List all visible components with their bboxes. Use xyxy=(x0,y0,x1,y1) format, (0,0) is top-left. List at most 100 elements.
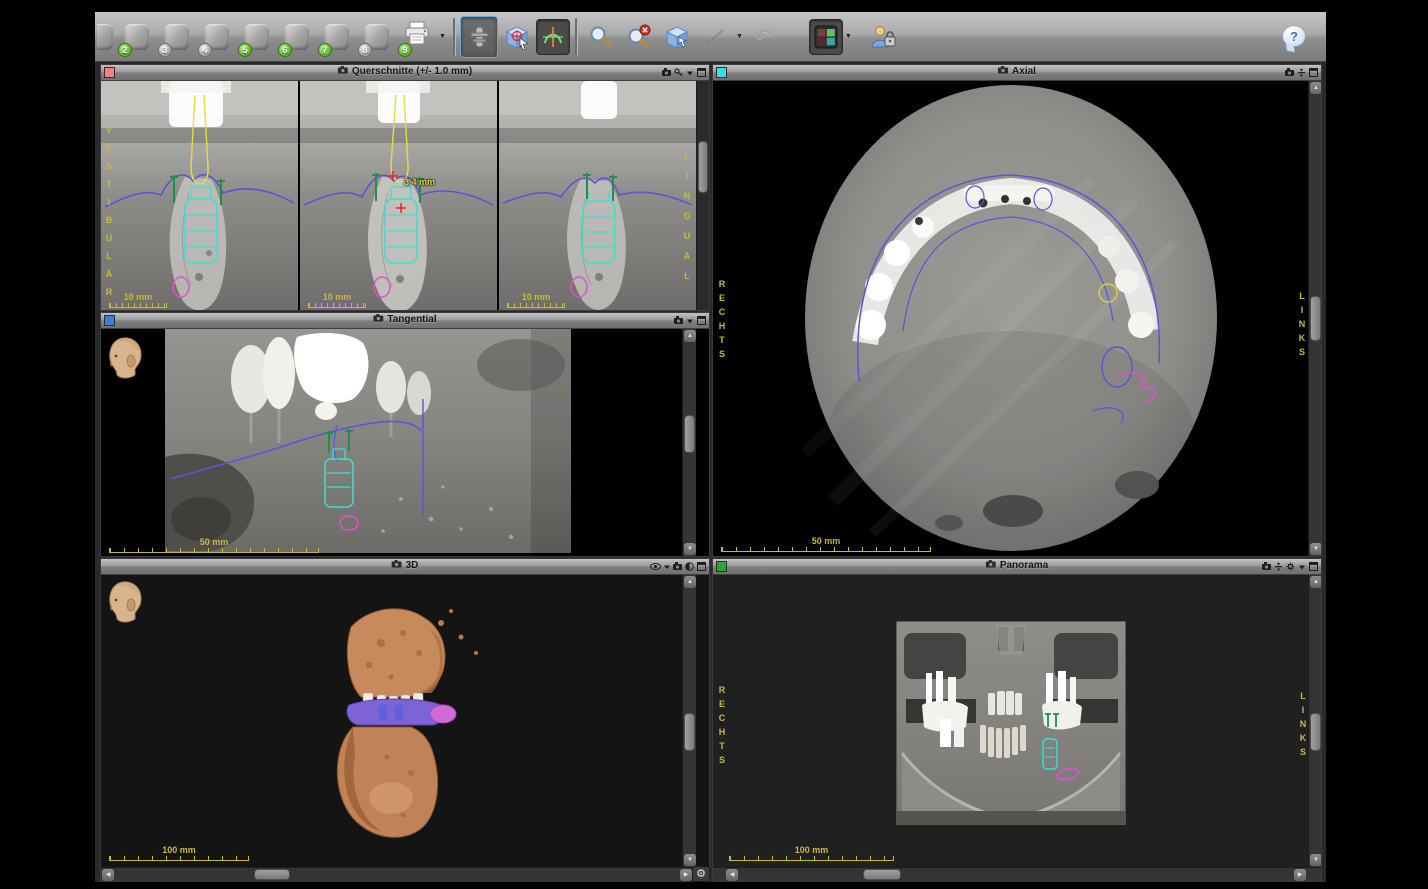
snapshot-icon[interactable] xyxy=(673,562,682,571)
workflow-step-5-button[interactable]: 5 xyxy=(237,15,277,59)
maximize-icon[interactable] xyxy=(697,68,706,77)
scale-ruler: 10 mm xyxy=(507,292,565,308)
panel-color-tab xyxy=(716,561,727,572)
scale-ruler-line xyxy=(507,303,565,308)
scrollbar-thumb[interactable] xyxy=(863,869,901,880)
chevron-down-icon[interactable]: ▼ xyxy=(736,33,743,40)
workflow-step-2-button[interactable]: 2 xyxy=(117,15,157,59)
help-button[interactable]: ? xyxy=(1278,18,1310,54)
scroll-left-icon[interactable]: ◀ xyxy=(726,869,738,881)
panel-tangential: Tangential xyxy=(100,312,710,557)
undo-button[interactable]: ↶ xyxy=(745,16,783,58)
settings-gear-button[interactable]: ⚙ xyxy=(692,866,710,882)
scroll-down-icon[interactable]: ▼ xyxy=(1310,543,1321,555)
scroll-up-icon[interactable]: ▲ xyxy=(1310,576,1321,588)
print-step-button[interactable]: 9 xyxy=(397,15,437,59)
chevron-down-icon[interactable]: ▼ xyxy=(439,33,446,40)
slice-tool-button[interactable] xyxy=(696,16,734,58)
zoom-in-button[interactable] xyxy=(582,16,620,58)
snapshot-icon[interactable] xyxy=(1262,562,1271,571)
cross-section-slice-2[interactable]: 3.4 mm 10 mm xyxy=(300,81,497,310)
workflow-step-4-button[interactable]: 4 xyxy=(197,15,237,59)
slice-scrollbar[interactable] xyxy=(696,81,709,310)
scroll-down-icon[interactable]: ▼ xyxy=(684,543,696,555)
step-number-badge: 2 xyxy=(118,43,132,57)
split-icon[interactable] xyxy=(1297,68,1306,77)
scroll-down-icon[interactable]: ▼ xyxy=(1310,854,1321,866)
panorama-hscrollbar[interactable]: ◀ ▶ xyxy=(713,867,1321,881)
snapshot-icon[interactable] xyxy=(662,68,671,77)
chevron-down-icon[interactable] xyxy=(664,563,670,571)
scroll-left-icon[interactable]: ◀ xyxy=(102,869,114,881)
scroll-up-icon[interactable]: ▲ xyxy=(684,576,696,588)
scroll-right-icon[interactable]: ▶ xyxy=(1294,869,1306,881)
zoom-reset-button[interactable] xyxy=(620,16,658,58)
querschnitte-viewport[interactable]: VESTIBULÄR 10 mm xyxy=(101,81,709,310)
key-icon[interactable] xyxy=(674,68,683,77)
scroll-up-icon[interactable]: ▲ xyxy=(1310,82,1321,94)
tangential-titlebar[interactable]: Tangential xyxy=(101,313,709,329)
scrollbar-thumb[interactable] xyxy=(1310,296,1321,341)
tangential-viewport[interactable]: 50 mm ▲ ▼ xyxy=(101,329,709,556)
maximize-icon[interactable] xyxy=(1309,562,1318,571)
chevron-down-icon[interactable] xyxy=(686,317,694,325)
cross-section-slice-1[interactable]: VESTIBULÄR 10 mm xyxy=(101,81,298,310)
workflow-step-7-button[interactable]: 7 xyxy=(317,15,357,59)
workflow-step-3-button[interactable]: 3 xyxy=(157,15,197,59)
orientation-label-vestibular: VESTIBULÄR xyxy=(104,125,113,305)
axial-scrollbar[interactable]: ▲ ▼ xyxy=(1308,81,1321,556)
chevron-down-icon[interactable] xyxy=(1298,563,1306,571)
scroll-right-icon[interactable]: ▶ xyxy=(680,869,692,881)
step-number-badge: 6 xyxy=(278,43,292,57)
scroll-down-icon[interactable]: ▼ xyxy=(684,854,696,866)
querschnitte-titlebar[interactable]: Querschnitte (+/- 1.0 mm) xyxy=(101,65,709,81)
arch-crosshair-tool-button[interactable] xyxy=(536,19,570,55)
threed-titlebar[interactable]: 3D xyxy=(101,559,709,575)
maximize-icon[interactable] xyxy=(1309,68,1318,77)
cross-section-slice-3[interactable]: LINGUAL 10 mm xyxy=(499,81,696,310)
gear-icon[interactable] xyxy=(1286,562,1295,571)
magnifier-icon xyxy=(588,24,614,50)
scale-ruler: 50 mm xyxy=(721,536,931,552)
cube-hand-icon xyxy=(663,23,691,51)
step-number-badge: 7 xyxy=(318,43,332,57)
threed-viewport[interactable]: 100 mm ▲ ▼ xyxy=(101,575,709,867)
chevron-down-icon[interactable]: ▼ xyxy=(845,33,852,40)
scrollbar-thumb[interactable] xyxy=(684,713,695,751)
threed-hscrollbar[interactable]: ◀ ▶ xyxy=(101,867,709,881)
panorama-scrollbar[interactable]: ▲ ▼ xyxy=(1308,575,1321,867)
panel-color-tab xyxy=(104,67,115,78)
contrast-icon[interactable] xyxy=(685,562,694,571)
workflow-step-8-button[interactable]: 8 xyxy=(357,15,397,59)
scrollbar-thumb[interactable] xyxy=(254,869,290,880)
eye-icon[interactable] xyxy=(650,562,661,571)
cube-crosshair-tool-button[interactable] xyxy=(498,16,536,58)
cube-select-tool-button[interactable] xyxy=(658,16,696,58)
scale-ruler-line xyxy=(109,548,319,553)
implant-tool-button[interactable] xyxy=(460,16,498,58)
slice-icon xyxy=(703,25,727,49)
scrollbar-thumb[interactable] xyxy=(698,141,708,193)
threed-scrollbar[interactable]: ▲ ▼ xyxy=(682,575,696,867)
snapshot-icon[interactable] xyxy=(674,316,683,325)
chevron-down-icon[interactable] xyxy=(686,69,694,77)
user-permissions-button[interactable] xyxy=(864,16,902,58)
maximize-icon[interactable] xyxy=(697,316,706,325)
scrollbar-thumb[interactable] xyxy=(1310,713,1321,751)
snapshot-icon[interactable] xyxy=(1285,68,1294,77)
panorama-viewport[interactable]: RECHTS LINKS 100 mm ▲ ▼ xyxy=(713,575,1321,867)
application-window: 2 3 4 5 6 7 8 xyxy=(0,0,1428,889)
tangential-scrollbar[interactable]: ▲ ▼ xyxy=(682,329,696,556)
scroll-up-icon[interactable]: ▲ xyxy=(684,330,696,342)
scale-label: 100 mm xyxy=(729,845,894,855)
step-number-badge: 5 xyxy=(238,43,252,57)
split-icon[interactable] xyxy=(1274,562,1283,571)
panorama-titlebar[interactable]: Panorama xyxy=(713,559,1321,575)
scrollbar-thumb[interactable] xyxy=(684,415,695,453)
axial-titlebar[interactable]: Axial xyxy=(713,65,1321,81)
layout-views-button[interactable] xyxy=(809,19,843,55)
workflow-step-6-button[interactable]: 6 xyxy=(277,15,317,59)
workflow-step-1-button[interactable] xyxy=(97,15,117,59)
axial-viewport[interactable]: RECHTS LINKS 50 mm ▲ ▼ xyxy=(713,81,1321,556)
maximize-icon[interactable] xyxy=(697,562,706,571)
